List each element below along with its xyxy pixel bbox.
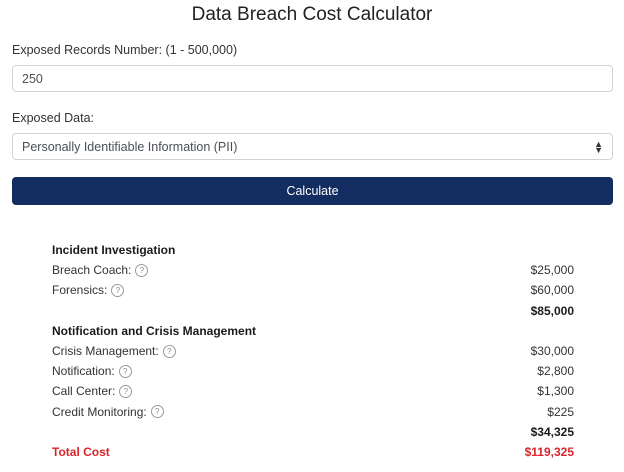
credit-monitoring-value: $225 [547,404,574,419]
page-title: Data Breach Cost Calculator [191,4,433,25]
exposed-data-value: Personally Identifiable Information (PII… [22,139,238,154]
notification-value: $2,800 [537,364,574,379]
results-table: Incident Investigation Breach Coach:? $2… [52,240,574,462]
call-center-label: Call Center: [52,384,116,399]
incident-subtotal: $85,000 [530,303,574,318]
notification-label: Notification: [52,364,115,379]
total-cost-row: Total Cost $119,325 [52,442,574,462]
call-center-value: $1,300 [537,384,574,399]
total-cost-value: $119,325 [524,444,574,459]
records-input[interactable]: 250 [12,65,613,92]
total-cost-label: Total Cost [52,444,110,459]
crisis-management-row: Crisis Management:? $30,000 [52,341,574,361]
help-icon[interactable]: ? [119,384,133,398]
credit-monitoring-label: Credit Monitoring: [52,404,147,419]
forensics-row: Forensics:? $60,000 [52,280,574,300]
crisis-management-value: $30,000 [530,344,574,359]
breach-coach-label: Breach Coach: [52,263,132,278]
exposed-data-select[interactable]: Personally Identifiable Information (PII… [12,133,613,160]
crisis-management-label: Crisis Management: [52,344,159,359]
help-icon[interactable]: ? [111,283,125,297]
notification-row: Notification:? $2,800 [52,361,574,381]
help-icon[interactable]: ? [162,344,176,358]
select-caret-icon: ▲ ▼ [594,138,603,155]
help-icon[interactable]: ? [118,364,132,378]
credit-monitoring-row: Credit Monitoring:? $225 [52,402,574,422]
breach-coach-value: $25,000 [530,263,574,278]
notification-heading: Notification and Crisis Management [52,323,257,338]
incident-subtotal-row: $85,000 [52,301,574,321]
records-label: Exposed Records Number: (1 - 500,000) [12,43,238,57]
incident-heading: Incident Investigation [52,243,176,258]
help-icon[interactable]: ? [150,405,164,419]
forensics-value: $60,000 [530,283,574,298]
forensics-label: Forensics: [52,283,108,298]
notification-subtotal: $34,325 [530,424,574,439]
calculate-button[interactable]: Calculate [12,177,613,205]
help-icon[interactable]: ? [135,263,149,277]
breach-coach-row: Breach Coach:? $25,000 [52,260,574,280]
exposed-data-label: Exposed Data: [12,111,94,125]
notification-subtotal-row: $34,325 [52,422,574,442]
call-center-row: Call Center:? $1,300 [52,381,574,401]
